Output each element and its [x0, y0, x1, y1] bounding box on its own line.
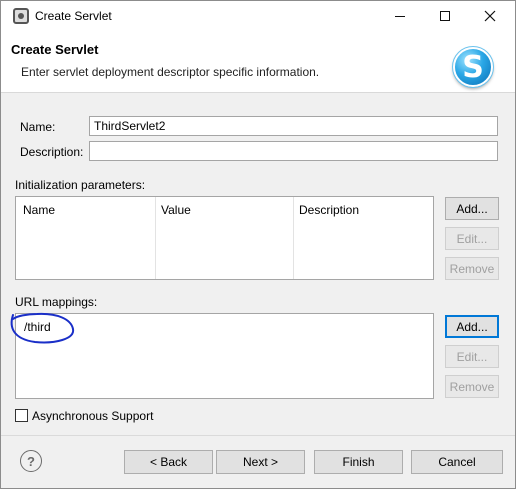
column-divider: [155, 197, 156, 279]
init-remove-button[interactable]: Remove: [445, 257, 499, 280]
maximize-icon: [440, 11, 450, 21]
column-header-value[interactable]: Value: [161, 203, 191, 217]
cancel-button[interactable]: Cancel: [411, 450, 503, 474]
page-title: Create Servlet: [11, 42, 99, 57]
column-divider: [293, 197, 294, 279]
back-button[interactable]: < Back: [124, 450, 213, 474]
init-params-table[interactable]: Name Value Description: [15, 196, 434, 280]
window-title: Create Servlet: [35, 9, 112, 23]
help-icon[interactable]: ?: [20, 450, 42, 472]
name-field[interactable]: ThirdServlet2: [89, 116, 498, 136]
url-mappings-label: URL mappings:: [15, 295, 98, 309]
wizard-header: Create Servlet Enter servlet deployment …: [1, 31, 515, 93]
async-support-checkbox[interactable]: [15, 409, 28, 422]
url-add-button[interactable]: Add...: [445, 315, 499, 338]
close-button[interactable]: [467, 1, 513, 31]
url-remove-button[interactable]: Remove: [445, 375, 499, 398]
column-header-description[interactable]: Description: [299, 203, 359, 217]
page-description: Enter servlet deployment descriptor spec…: [21, 65, 320, 79]
close-icon: [484, 10, 496, 22]
init-add-button[interactable]: Add...: [445, 197, 499, 220]
async-support-label[interactable]: Asynchronous Support: [32, 409, 153, 423]
footer-divider: [1, 435, 515, 436]
hand-drawn-circle-annotation: [10, 312, 75, 344]
eclipse-app-icon: [13, 8, 29, 24]
url-edit-button[interactable]: Edit...: [445, 345, 499, 368]
init-params-label: Initialization parameters:: [15, 178, 146, 192]
name-label: Name:: [20, 120, 56, 134]
description-label: Description:: [20, 145, 84, 159]
minimize-icon: [395, 15, 405, 17]
description-field[interactable]: [89, 141, 498, 161]
column-header-name[interactable]: Name: [23, 203, 55, 217]
maximize-button[interactable]: [422, 1, 468, 31]
next-button[interactable]: Next >: [216, 450, 305, 474]
create-servlet-dialog: Create Servlet Create Servlet Enter serv…: [0, 0, 516, 489]
init-edit-button[interactable]: Edit...: [445, 227, 499, 250]
minimize-button[interactable]: [377, 1, 423, 31]
servlet-logo-icon: S: [452, 46, 494, 88]
finish-button[interactable]: Finish: [314, 450, 403, 474]
title-bar: Create Servlet: [1, 1, 515, 31]
